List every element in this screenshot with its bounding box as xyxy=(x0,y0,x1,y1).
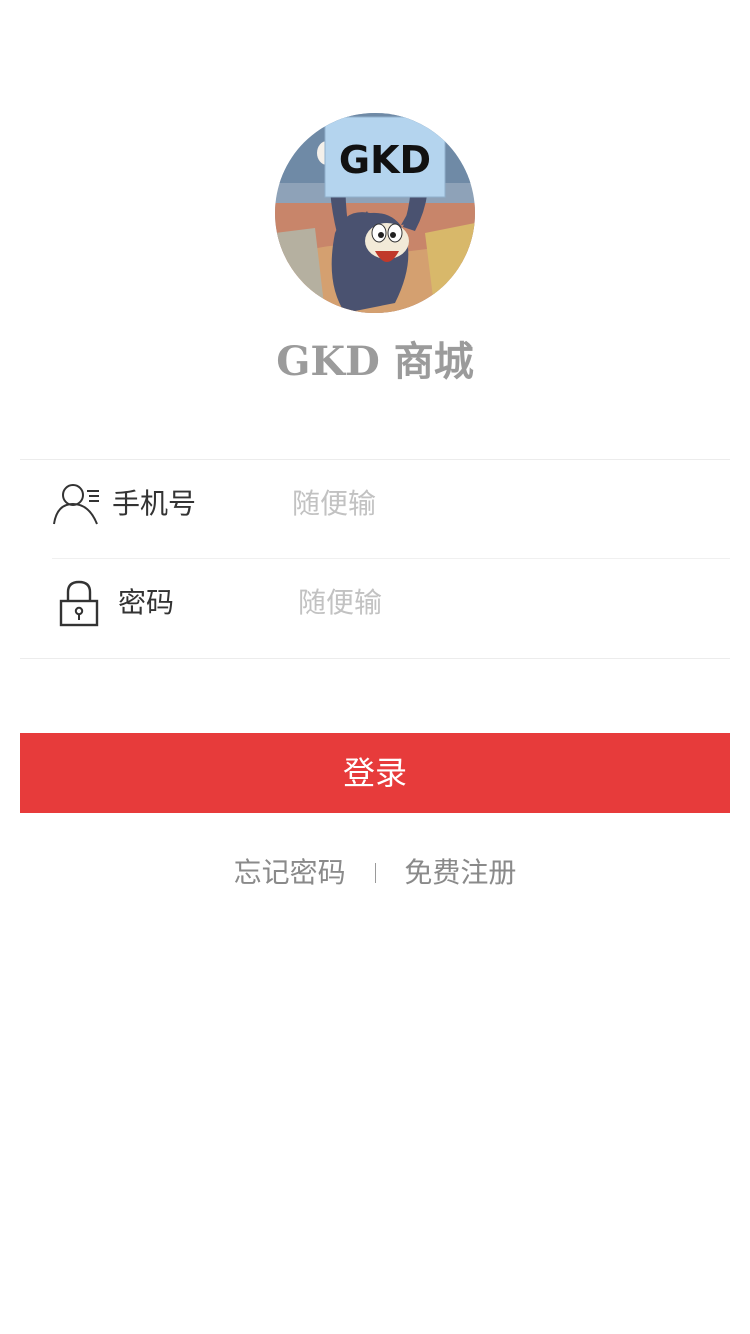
password-label: 密码 xyxy=(118,586,175,619)
phone-label: 手机号 xyxy=(112,487,197,520)
lock-icon xyxy=(58,579,100,627)
user-icon xyxy=(51,482,101,528)
password-row: 密码 xyxy=(20,559,730,657)
login-form: 手机号 密码 xyxy=(20,459,730,659)
auth-links: 忘记密码 免费注册 xyxy=(0,852,750,892)
register-link[interactable]: 免费注册 xyxy=(404,853,516,893)
phone-input[interactable] xyxy=(292,484,652,524)
login-button[interactable]: 登录 xyxy=(20,733,730,813)
gkd-cat-image: GKD xyxy=(275,113,475,313)
link-separator xyxy=(374,863,376,883)
phone-row: 手机号 xyxy=(20,460,730,559)
forgot-password-link[interactable]: 忘记密码 xyxy=(234,853,346,893)
sign-text: GKD xyxy=(339,138,431,182)
page-title: GKD 商城 xyxy=(276,338,474,385)
logo-avatar: GKD xyxy=(275,113,475,313)
password-input[interactable] xyxy=(298,583,658,623)
